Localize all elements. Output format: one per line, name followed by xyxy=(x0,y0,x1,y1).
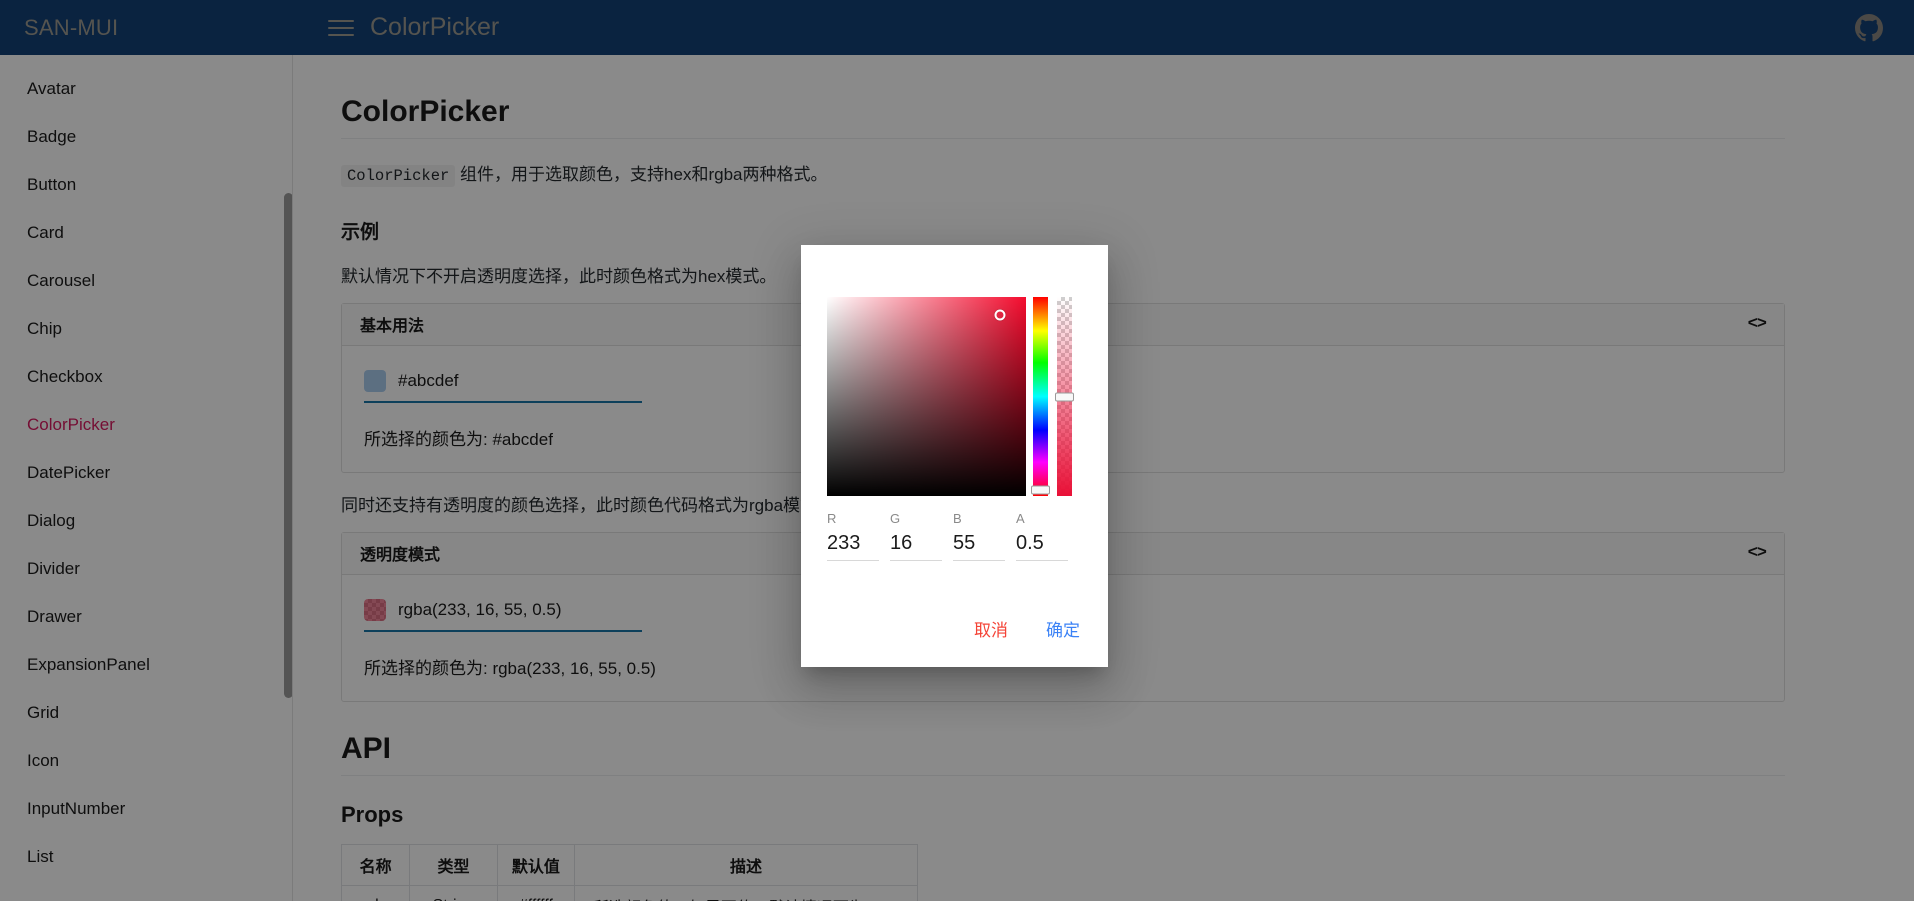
hue-slider-thumb[interactable] xyxy=(1031,485,1050,495)
field-label-b: B xyxy=(953,511,962,526)
saturation-cursor-handle[interactable] xyxy=(994,309,1006,321)
field-b: B 55 xyxy=(953,511,1016,561)
saturation-value-panel[interactable] xyxy=(827,297,1026,496)
colorpicker-dialog: R 233 G 16 B 55 A 0.5 取消 确定 xyxy=(801,245,1108,667)
field-a: A 0.5 xyxy=(1016,511,1079,561)
alpha-slider[interactable] xyxy=(1055,297,1074,496)
field-input-b[interactable]: 55 xyxy=(953,532,1005,561)
field-input-r[interactable]: 233 xyxy=(827,532,879,561)
dialog-actions: 取消 确定 xyxy=(968,612,1086,645)
field-label-r: R xyxy=(827,511,837,526)
rgba-input-fields: R 233 G 16 B 55 A 0.5 xyxy=(827,511,1082,561)
alpha-slider-thumb[interactable] xyxy=(1055,392,1074,401)
cancel-button[interactable]: 取消 xyxy=(968,612,1014,645)
app-root: ColorPicker ColorPicker 组件，用于选取颜色，支持hex和… xyxy=(0,0,1914,901)
field-g: G 16 xyxy=(890,511,953,561)
field-r: R 233 xyxy=(827,511,890,561)
hue-slider[interactable] xyxy=(1031,297,1050,496)
field-input-g[interactable]: 16 xyxy=(890,532,942,561)
field-label-a: A xyxy=(1016,511,1025,526)
colorpicker-dialog-body: R 233 G 16 B 55 A 0.5 取消 确定 xyxy=(801,245,1108,667)
confirm-button[interactable]: 确定 xyxy=(1040,612,1086,645)
field-input-a[interactable]: 0.5 xyxy=(1016,532,1068,561)
field-label-g: G xyxy=(890,511,901,526)
